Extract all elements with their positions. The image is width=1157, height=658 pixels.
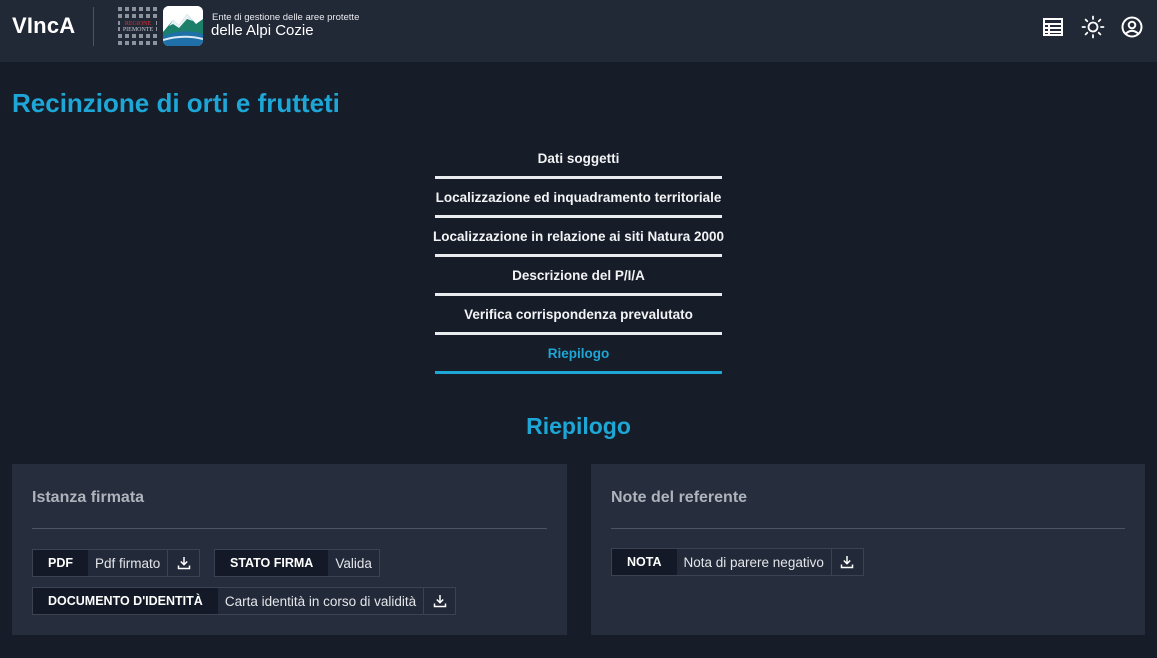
nota-field: NOTA Nota di parere negativo bbox=[611, 548, 864, 576]
pdf-label: PDF bbox=[33, 550, 88, 576]
download-pdf-button[interactable] bbox=[167, 550, 200, 576]
download-icon bbox=[433, 595, 446, 608]
alpi-cozie-logo bbox=[163, 6, 203, 46]
download-nota-button[interactable] bbox=[830, 549, 863, 575]
step-riepilogo[interactable]: Riepilogo bbox=[435, 335, 722, 374]
nota-value: Nota di parere negativo bbox=[676, 549, 831, 575]
card-title: Note del referente bbox=[611, 489, 748, 506]
documento-identita-field: DOCUMENTO D'IDENTITÀ Carta identità in c… bbox=[32, 587, 457, 615]
documento-identita-value: Carta identità in corso di validità bbox=[217, 588, 424, 614]
download-icon bbox=[177, 557, 191, 570]
user-account-icon[interactable] bbox=[1120, 15, 1144, 39]
pdf-field: PDF Pdf firmato bbox=[32, 549, 201, 577]
note-referente-card: Note del referente NOTA Nota di parere n… bbox=[591, 464, 1145, 635]
wizard-stepper: Dati soggetti Localizzazione ed inquadra… bbox=[433, 140, 724, 374]
step-localizzazione-natura-2000[interactable]: Localizzazione in relazione ai siti Natu… bbox=[433, 218, 724, 257]
nota-label: NOTA bbox=[612, 549, 677, 575]
card-title: Istanza firmata bbox=[32, 489, 145, 506]
step-localizzazione-inquadramento[interactable]: Localizzazione ed inquadramento territor… bbox=[435, 179, 722, 218]
download-documento-button[interactable] bbox=[423, 588, 456, 614]
pdf-value: Pdf firmato bbox=[88, 550, 168, 576]
istanza-firmata-card: Istanza firmata PDF Pdf firmato STATO FI… bbox=[12, 464, 567, 635]
card-divider bbox=[32, 528, 547, 529]
stato-firma-field: STATO FIRMA Valida bbox=[214, 549, 380, 577]
step-dati-soggetti[interactable]: Dati soggetti bbox=[435, 140, 722, 179]
stato-firma-label: STATO FIRMA bbox=[215, 550, 329, 576]
download-icon bbox=[841, 556, 854, 569]
card-divider bbox=[611, 528, 1125, 529]
top-bar: VIncA REGIONE PIEMONTE Ente di gestione … bbox=[0, 0, 1157, 62]
table-icon[interactable] bbox=[1041, 15, 1065, 39]
stato-firma-value: Valida bbox=[328, 550, 379, 576]
step-verifica-corrispondenza[interactable]: Verifica corrispondenza prevalutato bbox=[435, 296, 722, 335]
documento-identita-label: DOCUMENTO D'IDENTITÀ bbox=[33, 588, 218, 614]
app-title[interactable]: VIncA bbox=[12, 13, 75, 39]
ente-name-line2: delle Alpi Cozie bbox=[211, 22, 314, 39]
section-title: Riepilogo bbox=[526, 413, 631, 439]
step-descrizione-pia[interactable]: Descrizione del P/I/A bbox=[435, 257, 722, 296]
sun-icon[interactable] bbox=[1081, 15, 1105, 39]
page-title: Recinzione di orti e frutteti bbox=[12, 88, 340, 118]
header-divider bbox=[93, 7, 94, 46]
regione-logo-text: REGIONE PIEMONTE bbox=[120, 20, 156, 34]
